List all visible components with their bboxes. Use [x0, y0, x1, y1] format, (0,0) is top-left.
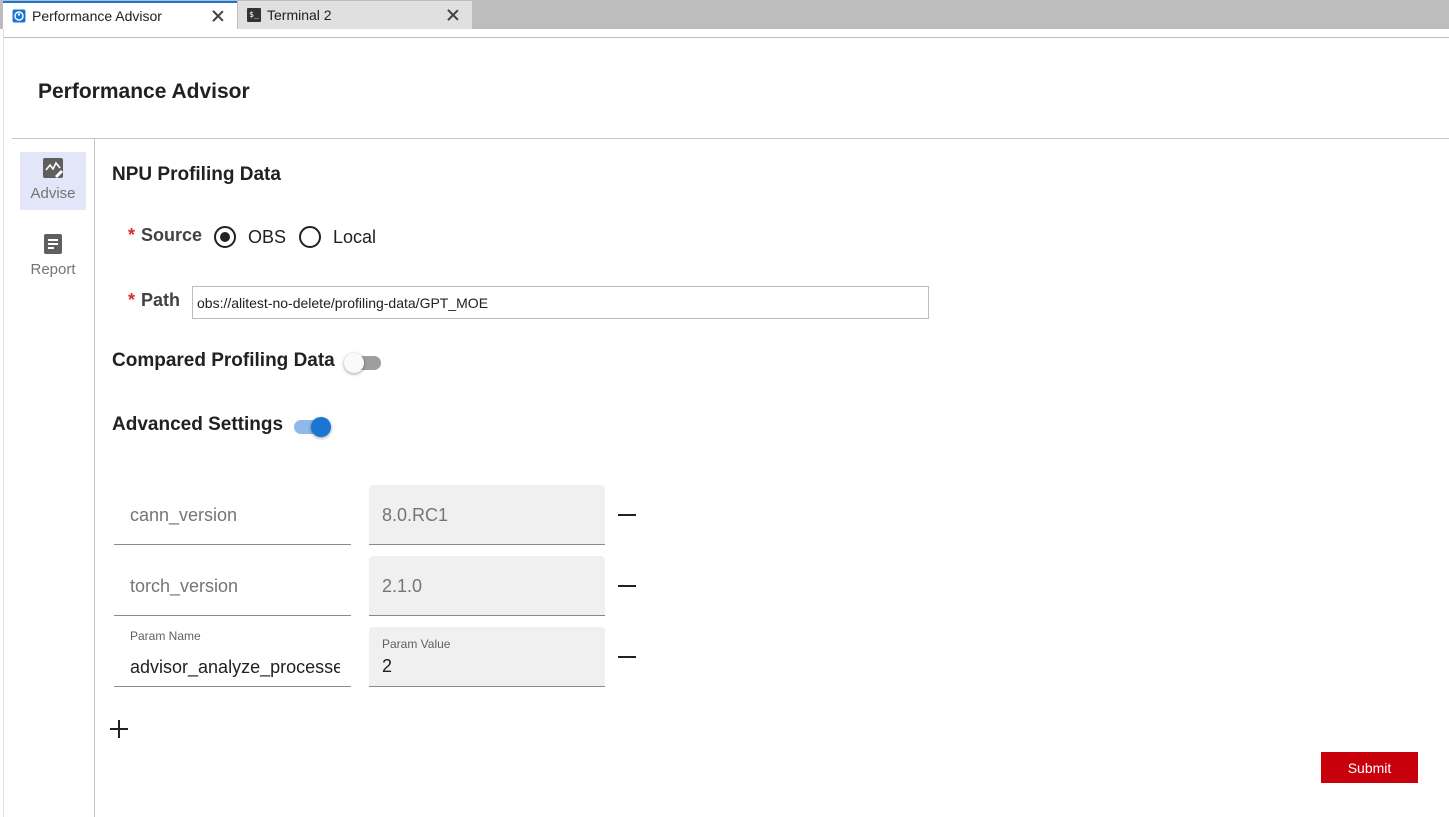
tab-label: Terminal 2 — [267, 7, 332, 23]
sidebar-item-report[interactable]: Report — [20, 228, 86, 286]
param-value-label: Param Value — [382, 637, 451, 651]
terminal-icon: $_ — [247, 8, 261, 22]
compared-profiling-label: Compared Profiling Data — [112, 350, 335, 371]
param-name-text: cann_version — [130, 505, 238, 525]
document-icon — [41, 232, 65, 256]
radio-local[interactable]: Local — [299, 226, 376, 248]
advanced-settings-toggle[interactable] — [291, 417, 331, 437]
tab-performance-advisor[interactable]: Performance Advisor — [3, 1, 237, 29]
tab-terminal-2[interactable]: $_ Terminal 2 — [238, 1, 472, 29]
param-value-field[interactable]: 8.0.RC1 — [369, 485, 605, 545]
param-value-text: 2 — [382, 656, 393, 676]
remove-param-button[interactable] — [618, 585, 636, 587]
param-value-text: 8.0.RC1 — [382, 505, 449, 525]
radio-circle[interactable] — [299, 226, 321, 248]
param-name-label: Param Name — [130, 629, 201, 643]
page-title: Performance Advisor — [38, 80, 250, 103]
sidebar-item-advise[interactable]: Advise — [20, 152, 86, 210]
path-input[interactable] — [192, 286, 929, 319]
path-label: * Path — [128, 290, 180, 311]
radio-obs[interactable]: OBS — [214, 226, 286, 248]
sidebar-item-label: Advise — [30, 185, 76, 202]
toggle-thumb — [344, 353, 364, 373]
divider — [12, 138, 1449, 139]
param-name-text: advisor_analyze_processes — [130, 657, 340, 677]
param-value-input[interactable]: Param Value 2 — [369, 627, 605, 687]
add-param-button[interactable] — [110, 720, 128, 738]
radio-circle[interactable] — [214, 226, 236, 248]
toggle-thumb — [311, 417, 331, 437]
submit-button[interactable]: Submit — [1321, 752, 1418, 783]
param-name-text: torch_version — [130, 576, 239, 596]
source-label-text: Source — [141, 225, 203, 245]
close-icon[interactable] — [445, 7, 461, 23]
npu-profiling-title: NPU Profiling Data — [112, 164, 281, 185]
param-name-field[interactable]: cann_version — [114, 485, 351, 545]
required-mark: * — [128, 290, 136, 310]
param-name-input[interactable]: Param Name advisor_analyze_processes — [114, 627, 351, 687]
param-value-text: 2.1.0 — [382, 576, 423, 596]
advanced-settings-label: Advanced Settings — [112, 414, 284, 435]
param-value-field[interactable]: 2.1.0 — [369, 556, 605, 616]
chart-icon — [41, 156, 65, 180]
path-label-text: Path — [141, 290, 181, 310]
param-name-field[interactable]: torch_version — [114, 556, 351, 616]
required-mark: * — [128, 225, 136, 245]
compared-profiling-toggle[interactable] — [344, 353, 384, 373]
sidebar-item-label: Report — [30, 261, 76, 278]
divider — [3, 37, 1449, 38]
radio-label: Local — [333, 226, 377, 247]
remove-param-button[interactable] — [618, 514, 636, 516]
divider — [3, 29, 4, 817]
divider — [94, 139, 95, 817]
source-label: * Source — [128, 225, 202, 246]
close-icon[interactable] — [210, 8, 226, 24]
tab-label: Performance Advisor — [32, 8, 162, 24]
advisor-icon — [12, 9, 26, 23]
tab-bar: Performance Advisor $_ Terminal 2 — [0, 0, 1449, 29]
remove-param-button[interactable] — [618, 656, 636, 658]
radio-label: OBS — [248, 226, 287, 247]
